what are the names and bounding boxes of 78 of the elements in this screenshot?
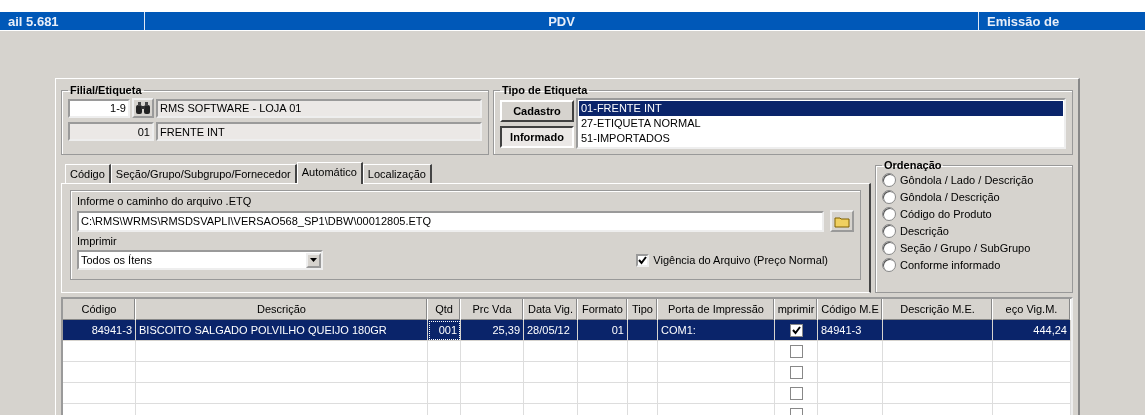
check-icon — [638, 255, 648, 265]
toggle-button[interactable]: Informado — [500, 125, 574, 148]
label-name-field: FRENTE INT — [156, 122, 482, 141]
group-title: Filial/Etiqueta — [69, 84, 143, 96]
table-cell — [461, 341, 524, 362]
table-cell — [578, 341, 628, 362]
vigencia-checkbox[interactable]: Vigência do Arquivo (Preço Normal) — [636, 253, 828, 267]
table-cell: 001 — [428, 320, 461, 341]
radio-option[interactable]: Descrição — [882, 222, 1066, 239]
toggle-button[interactable]: Cadastro — [500, 99, 574, 122]
print-checkbox[interactable] — [789, 365, 803, 379]
column-header[interactable]: Formato — [578, 299, 628, 320]
list-item[interactable]: 01-FRENTE INT — [579, 101, 1063, 116]
radio-option[interactable]: Código do Produto — [882, 205, 1066, 222]
radio-option[interactable]: Gôndola / Descrição — [882, 188, 1066, 205]
file-path-field[interactable]: C:\RMS\WRMS\RMSDSVAPLI\VERSAO568_SP1\DBW\00012805.ETQ — [77, 210, 824, 232]
column-header[interactable]: Qtd — [428, 299, 461, 320]
table-cell — [461, 383, 524, 404]
filial-code-field[interactable]: 1-9 — [68, 98, 130, 118]
radio-option[interactable]: Conforme informado — [882, 256, 1066, 273]
app-title: ail 5.681 — [8, 13, 59, 29]
field-label: Imprimir — [77, 235, 118, 247]
table-cell — [524, 383, 578, 404]
group-title: Ordenação — [883, 159, 943, 171]
table-cell: 28/05/12 — [524, 320, 578, 341]
table-cell: 01 — [578, 320, 628, 341]
tab[interactable]: Código — [65, 164, 111, 183]
filial-name-field: RMS SOFTWARE - LOJA 01 — [156, 98, 482, 118]
search-button[interactable] — [132, 98, 154, 118]
table-cell: 25,39 — [461, 320, 524, 341]
table-cell: 84941-3 — [818, 320, 883, 341]
column-header[interactable]: mprimir — [775, 299, 818, 320]
field-label: Informe o caminho do arquivo .ETQ — [77, 195, 253, 207]
open-folder-button[interactable] — [830, 210, 854, 232]
print-checkbox[interactable] — [789, 323, 803, 337]
table-cell — [578, 383, 628, 404]
column-header[interactable]: Prc Vda — [461, 299, 524, 320]
table-cell — [524, 362, 578, 383]
table-cell — [428, 362, 461, 383]
table-cell: BISCOITO SALGADO POLVILHO QUEIJO 180GR — [136, 320, 428, 341]
screen-title: Emissão de — [987, 13, 1060, 29]
column-header[interactable]: Porta de Impressão — [658, 299, 775, 320]
caret-icon — [310, 258, 317, 262]
column-header[interactable]: Descrição — [136, 299, 428, 320]
print-checkbox[interactable] — [789, 386, 803, 400]
column-header[interactable]: Código — [63, 299, 136, 320]
binoculars-icon — [135, 101, 151, 115]
print-checkbox[interactable] — [789, 344, 803, 358]
table-cell — [628, 362, 658, 383]
module-title: PDV — [548, 13, 575, 29]
table-cell — [628, 320, 658, 341]
column-header[interactable]: Descrição M.E. — [883, 299, 993, 320]
column-header[interactable]: Tipo — [628, 299, 658, 320]
tab[interactable]: Localização — [362, 164, 432, 183]
tab[interactable]: Automático — [296, 162, 363, 184]
label-code-field: 01 — [68, 122, 154, 141]
table-cell — [628, 341, 658, 362]
column-header[interactable]: Data Vig. — [524, 299, 578, 320]
table-cell: 444,24 — [993, 320, 1071, 341]
column-header[interactable]: eço Vig.M. — [993, 299, 1071, 320]
radio-option[interactable]: Gôndola / Lado / Descrição — [882, 171, 1066, 188]
check-icon — [791, 325, 801, 335]
table-cell: 84941-3 — [63, 320, 136, 341]
tab[interactable]: Seção/Grupo/Subgrupo/Fornecedor — [110, 164, 297, 183]
column-header[interactable]: Código M.E — [818, 299, 883, 320]
radio-option[interactable]: Seção / Grupo / SubGrupo — [882, 239, 1066, 256]
group-title: Tipo de Etiqueta — [501, 84, 589, 96]
table-cell — [428, 341, 461, 362]
table-cell — [461, 362, 524, 383]
table-cell — [428, 383, 461, 404]
table-cell — [578, 362, 628, 383]
list-item[interactable]: 27-ETIQUETA NORMAL — [579, 116, 1063, 131]
table-cell: COM1: — [658, 320, 775, 341]
table-cell — [628, 383, 658, 404]
print-dropdown[interactable]: Todos os Ítens — [77, 250, 323, 270]
list-item[interactable]: 51-IMPORTADOS — [579, 131, 1063, 146]
folder-icon — [834, 214, 850, 228]
table-cell — [524, 341, 578, 362]
